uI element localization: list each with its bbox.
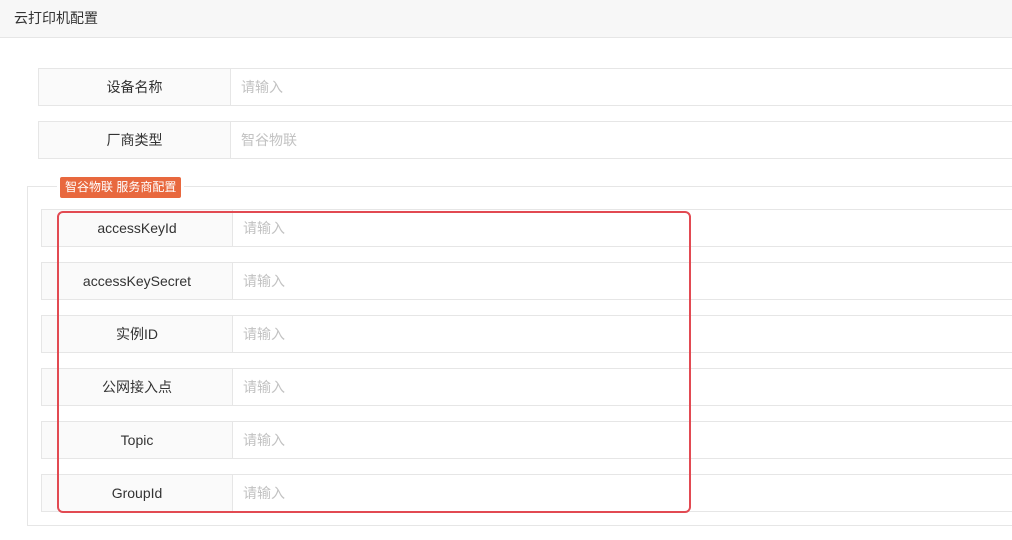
provider-config-badge: 智谷物联 服务商配置 [60, 177, 182, 198]
instance-id-label: 实例ID [42, 316, 233, 352]
vendor-type-value: 智谷物联 [241, 132, 297, 148]
group-id-input[interactable] [233, 475, 1012, 511]
device-name-label: 设备名称 [39, 69, 231, 105]
instance-id-row: 实例ID [41, 315, 1012, 353]
device-name-input[interactable] [231, 69, 1012, 105]
access-key-id-label: accessKeyId [42, 210, 233, 246]
device-name-row: 设备名称 [38, 68, 1012, 106]
topic-row: Topic [41, 421, 1012, 459]
instance-id-input[interactable] [233, 316, 1012, 352]
access-key-secret-row: accessKeySecret [41, 262, 1012, 300]
group-id-label: GroupId [42, 475, 233, 511]
access-key-id-row: accessKeyId [41, 209, 1012, 247]
access-key-secret-label: accessKeySecret [42, 263, 233, 299]
vendor-type-label: 厂商类型 [39, 122, 231, 158]
group-id-row: GroupId [41, 474, 1012, 512]
page-title: 云打印机配置 [14, 10, 98, 26]
topic-input[interactable] [233, 422, 1012, 458]
access-key-secret-input[interactable] [233, 263, 1012, 299]
page-header: 云打印机配置 [0, 0, 1012, 38]
public-endpoint-row: 公网接入点 [41, 368, 1012, 406]
vendor-type-row: 厂商类型 智谷物联 [38, 121, 1012, 159]
access-key-id-input[interactable] [233, 210, 1012, 246]
public-endpoint-label: 公网接入点 [42, 369, 233, 405]
topic-label: Topic [42, 422, 233, 458]
public-endpoint-input[interactable] [233, 369, 1012, 405]
provider-config-legend: 智谷物联 服务商配置 [57, 177, 185, 198]
